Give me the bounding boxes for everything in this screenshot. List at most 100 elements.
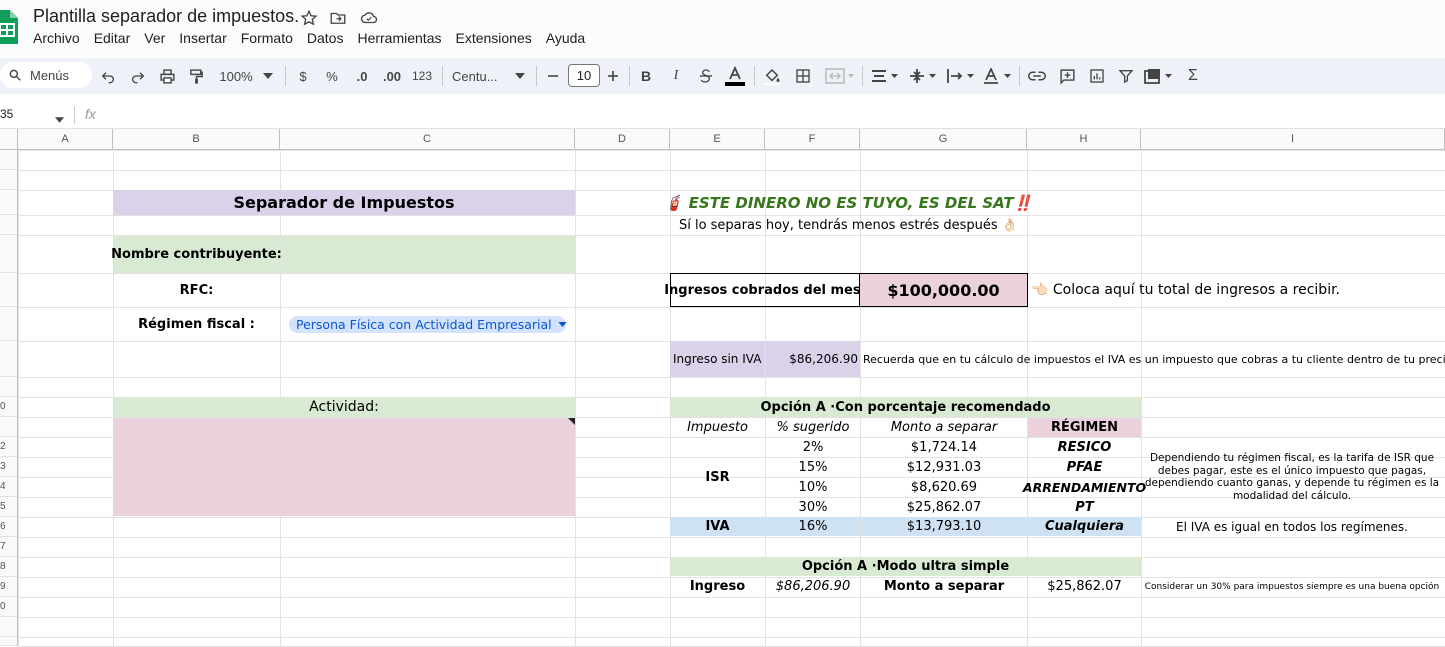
menu-insertar[interactable]: Insertar — [179, 30, 226, 46]
rfc-input[interactable] — [281, 274, 575, 307]
isr-monto[interactable]: $12,931.03 — [861, 458, 1027, 477]
header-impuesto[interactable]: Impuesto — [670, 418, 765, 437]
isr-monto[interactable]: $8,620.69 — [861, 478, 1027, 497]
iva-label[interactable]: IVA — [670, 517, 765, 536]
paint-format-icon[interactable] — [186, 65, 206, 87]
menu-datos[interactable]: Datos — [307, 30, 344, 46]
sin-iva-value[interactable]: $86,206.90 — [766, 341, 860, 377]
move-folder-icon[interactable] — [329, 9, 347, 27]
print-icon[interactable] — [157, 65, 177, 87]
header-sugerido[interactable]: % sugerido — [766, 418, 860, 437]
row-header[interactable]: 0 — [0, 597, 18, 617]
isr-pct[interactable]: 10% — [766, 478, 860, 497]
warning-banner[interactable]: 🧯 ESTE DINERO NO ES TUYO, ES DEL SAT‼️ — [665, 190, 1033, 215]
header-regimen[interactable]: RÉGIMEN — [1028, 418, 1141, 437]
row-header[interactable]: 0 — [0, 397, 18, 417]
decrease-decimal-button[interactable]: .0 — [352, 65, 372, 87]
row-header[interactable]: 4 — [0, 477, 18, 497]
functions-button[interactable]: Σ — [1184, 65, 1202, 87]
isr-pct[interactable]: 30% — [766, 498, 860, 516]
menu-formato[interactable]: Formato — [241, 30, 293, 46]
isr-monto[interactable]: $25,862.07 — [861, 498, 1027, 516]
actividad-label[interactable]: Actividad: — [113, 397, 575, 417]
sin-iva-label[interactable]: Ingreso sin IVA — [670, 341, 765, 377]
iva-regimen[interactable]: Cualquiera — [1028, 517, 1141, 536]
more-formats-button[interactable]: 123 — [410, 65, 434, 87]
isr-regimen[interactable]: ARRENDAMIENTO — [1023, 478, 1146, 497]
regimen-label[interactable]: Régimen fiscal : — [113, 308, 280, 341]
actividad-input[interactable] — [113, 418, 575, 516]
simple-monto-label[interactable]: Monto a separar — [861, 577, 1027, 596]
row-header[interactable] — [0, 273, 18, 307]
text-color-icon[interactable] — [724, 65, 746, 87]
isr-regimen[interactable]: PT — [1028, 498, 1141, 516]
italic-button[interactable]: I — [668, 65, 684, 87]
column-header-b[interactable]: B — [113, 129, 280, 150]
column-header-i[interactable]: I — [1141, 129, 1445, 150]
name-box[interactable]: 35 — [0, 107, 13, 121]
menu-herramientas[interactable]: Herramientas — [357, 30, 441, 46]
isr-note[interactable]: Dependiendo tu régimen fiscal, es la tar… — [1142, 448, 1442, 506]
simple-ingreso-label[interactable]: Ingreso — [670, 577, 765, 596]
sin-iva-note[interactable]: Recuerda que en tu cálculo de impuestos … — [863, 341, 1445, 377]
row-header[interactable]: 5 — [0, 497, 18, 517]
increase-font-size-icon[interactable] — [605, 65, 621, 87]
warning-subtitle[interactable]: Sí lo separas hoy, tendrás menos estrés … — [670, 216, 1027, 235]
simple-ingreso-value[interactable]: $86,206.90 — [766, 577, 860, 596]
select-all-corner[interactable] — [0, 129, 18, 150]
menu-ayuda[interactable]: Ayuda — [546, 30, 585, 46]
search-menus-button[interactable]: Menús — [0, 62, 92, 88]
menu-extensiones[interactable]: Extensiones — [455, 30, 531, 46]
filter-views-icon[interactable] — [1143, 65, 1175, 87]
font-family-select[interactable]: Centu... — [452, 65, 508, 87]
sheet-title[interactable]: Separador de Impuestos — [113, 190, 575, 215]
row-header[interactable]: 2 — [0, 437, 18, 457]
merge-cells-icon[interactable] — [823, 65, 857, 87]
row-header[interactable]: 7 — [0, 537, 18, 557]
redo-icon[interactable] — [129, 65, 147, 87]
document-title[interactable]: Plantilla separador de impuestos. — [33, 6, 299, 27]
increase-decimal-button[interactable]: .00 — [381, 65, 403, 87]
isr-pct[interactable]: 2% — [766, 438, 860, 457]
iva-note[interactable]: El IVA es igual en todos los regímenes. — [1142, 517, 1442, 536]
formula-input[interactable] — [108, 104, 1445, 126]
iva-pct[interactable]: 16% — [766, 517, 860, 536]
strikethrough-icon[interactable] — [696, 65, 716, 87]
chevron-down-icon[interactable] — [262, 65, 274, 87]
percent-format-button[interactable]: % — [324, 65, 340, 87]
header-monto[interactable]: Monto a separar — [861, 418, 1027, 437]
undo-icon[interactable] — [99, 65, 117, 87]
ingresos-label[interactable]: Ingresos cobrados del mes: — [664, 273, 866, 307]
fill-color-icon[interactable] — [762, 65, 782, 87]
borders-icon[interactable] — [793, 65, 813, 87]
simple-title[interactable]: Opción A ·Modo ultra simple — [670, 557, 1141, 576]
font-size-input[interactable]: 10 — [568, 64, 600, 87]
text-wrap-icon[interactable] — [945, 65, 977, 87]
row-header[interactable] — [0, 617, 18, 637]
decrease-font-size-icon[interactable] — [545, 65, 561, 87]
vertical-align-icon[interactable] — [907, 65, 939, 87]
row-header[interactable]: 6 — [0, 517, 18, 537]
ingresos-hint[interactable]: 👈🏻 Coloca aquí tu total de ingresos a re… — [1031, 280, 1340, 300]
bold-button[interactable]: B — [638, 65, 654, 87]
filter-icon[interactable] — [1116, 65, 1136, 87]
iva-monto[interactable]: $13,793.10 — [861, 517, 1027, 536]
column-header-c[interactable]: C — [280, 129, 575, 150]
row-header[interactable]: 9 — [0, 577, 18, 597]
simple-note[interactable]: Considerar un 30% para impuestos siempre… — [1142, 577, 1442, 596]
horizontal-align-icon[interactable] — [869, 65, 901, 87]
insert-comment-icon[interactable] — [1057, 65, 1077, 87]
ingresos-value[interactable]: $100,000.00 — [860, 273, 1028, 307]
zoom-select[interactable]: 100% — [216, 65, 256, 87]
rfc-label[interactable]: RFC: — [113, 274, 280, 307]
insert-link-icon[interactable] — [1027, 65, 1047, 87]
row-header[interactable]: 3 — [0, 457, 18, 477]
menu-archivo[interactable]: Archivo — [33, 30, 80, 46]
currency-format-button[interactable]: $ — [296, 65, 310, 87]
menu-editar[interactable]: Editar — [94, 30, 131, 46]
star-icon[interactable] — [300, 9, 318, 27]
simple-monto-value[interactable]: $25,862.07 — [1028, 577, 1141, 596]
column-header-e[interactable]: E — [670, 129, 765, 150]
column-header-g[interactable]: G — [860, 129, 1027, 150]
isr-pct[interactable]: 15% — [766, 458, 860, 477]
